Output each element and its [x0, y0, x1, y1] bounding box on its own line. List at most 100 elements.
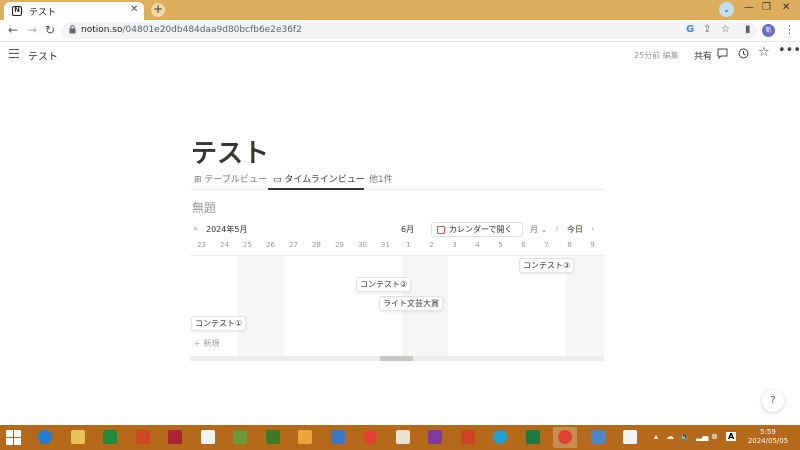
- chrome-menu-icon[interactable]: ⋮: [784, 23, 795, 36]
- open-calendar-button[interactable]: カレンダーで開く: [431, 222, 523, 237]
- more-icon[interactable]: •••: [778, 43, 800, 58]
- day-label: 25: [243, 241, 252, 249]
- timeline-item[interactable]: コンテスト①: [191, 316, 247, 331]
- help-button[interactable]: ?: [762, 390, 784, 412]
- profile-avatar[interactable]: 新: [762, 24, 775, 37]
- clock-date: 2024/05/05: [747, 437, 789, 445]
- next-icon[interactable]: ›: [591, 224, 594, 233]
- taskbar-notepad-icon[interactable]: [196, 427, 220, 448]
- day-label: 28: [312, 241, 321, 249]
- today-button[interactable]: 今日: [567, 224, 583, 235]
- lock-icon: [69, 25, 76, 34]
- expand-icon[interactable]: »: [193, 224, 198, 233]
- table-icon: ⊞: [194, 175, 202, 185]
- day-label: 6: [521, 241, 526, 249]
- taskbar-red-app-icon[interactable]: [456, 427, 480, 448]
- tray-overflow-icon[interactable]: ▴: [654, 432, 658, 441]
- page-title[interactable]: テスト: [191, 133, 269, 170]
- clock[interactable]: 5:59 2024/05/05: [742, 428, 794, 446]
- day-label: 4: [475, 241, 480, 249]
- forward-icon[interactable]: →: [27, 23, 37, 37]
- taskbar-excel-icon[interactable]: [521, 427, 545, 448]
- volume-icon[interactable]: 🔈: [680, 432, 690, 441]
- scrollbar-thumb[interactable]: [380, 356, 413, 361]
- active-tab-underline: [268, 188, 364, 190]
- tab-more-views[interactable]: 他1件: [369, 172, 393, 185]
- tab-table-view[interactable]: ⊞ テーブルビュー: [194, 172, 267, 185]
- bookmark-star-icon[interactable]: ☆: [721, 24, 730, 35]
- current-month-label: 2024年5月: [206, 225, 248, 234]
- day-label: 31: [381, 241, 390, 249]
- taskbar-edge-icon[interactable]: [488, 427, 512, 448]
- browser-tab[interactable]: N テスト ✕: [4, 2, 144, 20]
- day-label: 29: [335, 241, 344, 249]
- taskbar-powerpoint-icon[interactable]: [131, 427, 155, 448]
- timeline-icon: ▭: [273, 175, 282, 185]
- windows-start-icon[interactable]: [6, 430, 21, 445]
- browser-title-bar: N テスト ✕ + ⌄ — ❐ ✕: [0, 0, 800, 20]
- taskbar-cards-icon[interactable]: [326, 427, 350, 448]
- tab-timeline-view[interactable]: ▭ タイムラインビュー: [273, 172, 365, 185]
- day-label: 2: [429, 241, 434, 249]
- history-icon[interactable]: [738, 48, 749, 59]
- taskbar-photos-icon[interactable]: [586, 427, 610, 448]
- database-title[interactable]: 無題: [192, 199, 216, 216]
- timeline-item[interactable]: コンテスト②: [356, 277, 412, 292]
- new-item-button[interactable]: ＋ 新規: [193, 338, 220, 349]
- comment-icon[interactable]: [717, 48, 728, 59]
- ime-indicator[interactable]: A: [726, 432, 737, 441]
- taskbar-game-1-icon[interactable]: [228, 427, 252, 448]
- google-translate-icon[interactable]: G: [686, 24, 694, 35]
- maximize-button[interactable]: ❐: [762, 2, 771, 13]
- prev-icon[interactable]: ‹: [555, 224, 558, 233]
- taskbar-excel-viewer-icon[interactable]: [98, 427, 122, 448]
- weekend-column: [238, 256, 284, 357]
- favorite-star-icon[interactable]: ☆: [758, 45, 770, 60]
- taskbar-chrome-active-icon[interactable]: [553, 427, 577, 448]
- tab-close-icon[interactable]: ✕: [130, 4, 138, 15]
- zoom-select[interactable]: 月 ⌄: [530, 224, 547, 235]
- taskbar-internet-explorer-icon[interactable]: [33, 427, 57, 448]
- new-tab-button[interactable]: +: [151, 3, 165, 17]
- notion-topbar: テスト 25分前 編集 共有 ☆ •••: [0, 43, 800, 67]
- breadcrumb[interactable]: テスト: [28, 48, 58, 63]
- browser-toolbar: ← → ↻ notion.so/04801e20db484daa9d80bcfb…: [0, 20, 800, 42]
- timeline-item[interactable]: コンテスト③: [519, 258, 575, 273]
- taskbar-chrome-icon[interactable]: [358, 427, 382, 448]
- next-month-label: 6月: [401, 225, 415, 234]
- taskbar-outlook-icon[interactable]: [293, 427, 317, 448]
- last-edited: 25分前 編集: [634, 51, 679, 60]
- timeline-day-header: 23 24 25 26 27 28 29 30 31 1 2 3 4 5 6 7…: [190, 241, 604, 253]
- taskbar-document-icon[interactable]: [618, 427, 642, 448]
- timeline-controls: » 2024年5月 6月 カレンダーで開く 月 ⌄ ‹ 今日 ›: [190, 222, 604, 238]
- window-close-button[interactable]: ✕: [782, 2, 790, 13]
- address-bar[interactable]: notion.so/04801e20db484daa9d80bcfb6e2e36…: [62, 22, 757, 39]
- onedrive-icon[interactable]: ☁: [666, 432, 674, 441]
- calendar-icon: [437, 226, 445, 234]
- share-button[interactable]: 共有: [694, 49, 712, 62]
- notion-favicon-icon: N: [12, 6, 22, 16]
- horizontal-scrollbar[interactable]: [190, 356, 604, 361]
- taskbar-game-2-icon[interactable]: [261, 427, 285, 448]
- taskbar-file-explorer-icon[interactable]: [66, 427, 90, 448]
- minimize-button[interactable]: —: [744, 2, 754, 13]
- windows-taskbar: ▴ ☁ 🔈 ▂▄ ⊗ A 5:59 2024/05/05: [0, 425, 800, 450]
- tab-search-icon[interactable]: ⌄: [719, 2, 734, 17]
- taskbar-toolbox-icon[interactable]: [163, 427, 187, 448]
- notification-off-icon[interactable]: ⊗: [711, 432, 718, 441]
- day-label: 7: [544, 241, 549, 249]
- day-label: 24: [220, 241, 229, 249]
- reload-icon[interactable]: ↻: [45, 23, 55, 37]
- day-label: 27: [289, 241, 298, 249]
- back-icon[interactable]: ←: [8, 23, 18, 37]
- timeline-item[interactable]: ライト文芸大賞: [379, 296, 443, 311]
- side-panel-icon[interactable]: ▮: [745, 24, 751, 35]
- taskbar-onenote-icon[interactable]: [423, 427, 447, 448]
- day-label: 9: [590, 241, 595, 249]
- share-page-icon[interactable]: ⇪: [703, 24, 711, 35]
- network-icon[interactable]: ▂▄: [696, 432, 708, 441]
- sidebar-toggle-icon[interactable]: [9, 49, 19, 58]
- day-label: 30: [358, 241, 367, 249]
- taskbar-mail-icon[interactable]: [391, 427, 415, 448]
- clock-time: 5:59: [760, 428, 776, 436]
